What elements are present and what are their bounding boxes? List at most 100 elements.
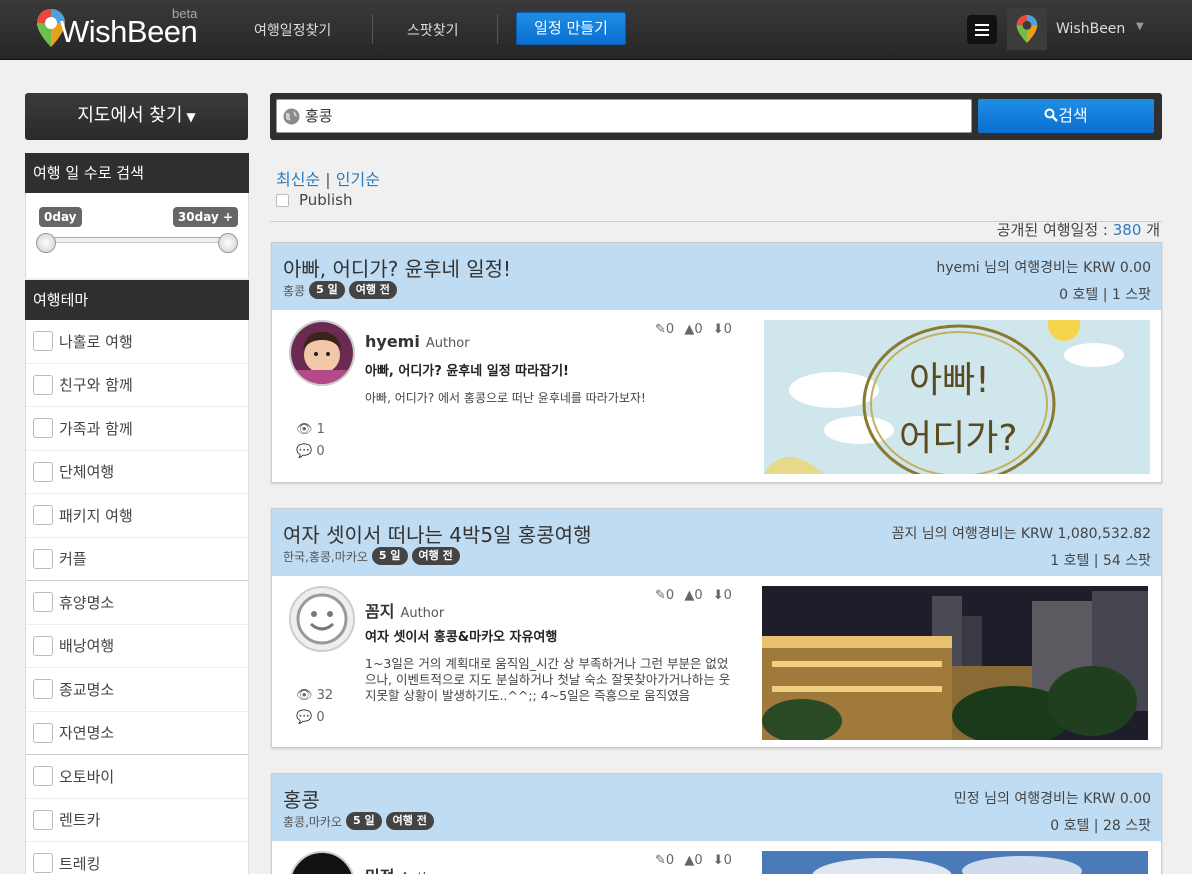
card-title[interactable]: 홍콩 <box>283 784 320 813</box>
download-count: 0 <box>723 853 732 868</box>
theme-item-motorcycle[interactable]: 오토바이 <box>26 755 248 799</box>
card-title[interactable]: 여자 셋이서 떠나는 4박5일 홍콩여행 <box>283 519 591 548</box>
top-header: WishBeen beta 여행일정찾기 스팟찾기 일정 만들기 WishBee… <box>0 0 1192 60</box>
days-slider-track[interactable] <box>46 237 231 243</box>
theme-filter-title: 여행테마 <box>25 280 249 320</box>
caret-down-icon: ▼ <box>186 110 196 124</box>
result-count: 공개된 여행일정 : 380 개 <box>997 219 1160 240</box>
days-slider-max-handle[interactable] <box>218 233 238 253</box>
card-subinfo: 홍콩 5 일 여행 전 <box>283 281 397 299</box>
theme-item-couple[interactable]: 커플 <box>26 538 248 581</box>
plan-title[interactable]: 아빠, 어디가? 윤후네 일정 따라잡기! <box>365 360 569 379</box>
theme-item-religious[interactable]: 종교명소 <box>26 668 248 712</box>
theme-checkbox[interactable] <box>33 853 53 874</box>
author-avatar[interactable] <box>289 851 355 874</box>
plan-title[interactable]: 여자 셋이서 홍콩&마카오 자유여행 <box>365 626 557 645</box>
find-on-map-button[interactable]: 지도에서 찾기 ▼ <box>25 93 248 140</box>
publish-checkbox[interactable] <box>276 193 289 207</box>
author-name-text: hyemi <box>365 332 420 351</box>
author-name[interactable]: 꼼지 Author <box>365 598 444 622</box>
theme-item-family[interactable]: 가족과 함께 <box>26 407 248 451</box>
download-count: 0 <box>723 588 732 603</box>
theme-item-trekking[interactable]: 트레킹 <box>26 842 248 874</box>
theme-checkbox[interactable] <box>33 679 53 700</box>
theme-label: 패키지 여행 <box>59 506 133 525</box>
author-name[interactable]: hyemi Author <box>365 332 470 351</box>
baby-photo-image <box>291 322 353 384</box>
hamburger-menu-icon[interactable] <box>967 15 997 44</box>
publish-label: Publish <box>299 191 353 209</box>
find-on-map-label: 지도에서 찾기 <box>77 105 183 126</box>
author-avatar[interactable] <box>289 586 355 652</box>
theme-checkbox[interactable] <box>33 461 53 482</box>
user-menu-caret-icon[interactable]: ▼ <box>1136 21 1144 32</box>
like-icon[interactable]: ▲ <box>684 322 694 337</box>
theme-checkbox[interactable] <box>33 374 53 395</box>
nav-divider <box>372 14 373 44</box>
card-title[interactable]: 아빠, 어디가? 윤후네 일정! <box>283 253 511 282</box>
result-count-value: 380 <box>1112 221 1142 239</box>
comment-count: 💬 0 <box>296 710 325 725</box>
theme-checkbox[interactable] <box>33 548 53 569</box>
itinerary-card[interactable]: 홍콩 홍콩,마카오 5 일 여행 전 민정 님의 여행경비는 KRW 0.00 … <box>271 773 1162 874</box>
card-thumbnail[interactable] <box>762 586 1148 740</box>
theme-label: 배낭여행 <box>59 637 115 656</box>
card-cost: 민정 님의 여행경비는 KRW 0.00 <box>953 791 1151 807</box>
like-icon[interactable]: ▲ <box>684 853 694 868</box>
sort-popular-link[interactable]: 인기순 <box>336 170 380 189</box>
author-name[interactable]: 민정Author <box>365 863 444 874</box>
theme-label: 오토바이 <box>59 767 115 786</box>
days-slider-panel: 0day 30day + <box>25 193 249 278</box>
download-icon[interactable]: ⬇ <box>713 853 724 868</box>
theme-item-nature[interactable]: 자연명소 <box>26 712 248 755</box>
card-thumbnail[interactable]: 아빠! 어디가? <box>764 320 1150 474</box>
theme-checkbox[interactable] <box>33 592 53 613</box>
theme-item-friends[interactable]: 친구와 함께 <box>26 364 248 407</box>
create-itinerary-button[interactable]: 일정 만들기 <box>516 12 626 45</box>
itinerary-card[interactable]: 여자 셋이서 떠나는 4박5일 홍콩여행 한국,홍콩,마카오 5 일 여행 전 … <box>271 508 1162 748</box>
author-avatar[interactable] <box>289 320 355 386</box>
card-body: hyemi Author ✎0 ▲0 ⬇0 아빠, 어디가? 윤후네 일정 따라잡… <box>272 310 1161 485</box>
view-count: 👁 32 <box>296 688 333 703</box>
download-icon[interactable]: ⬇ <box>713 588 724 603</box>
comment-count: 💬 0 <box>296 444 325 459</box>
nav-find-itinerary[interactable]: 여행일정찾기 <box>254 20 331 40</box>
author-name-text: 꼼지 <box>365 602 395 621</box>
user-name[interactable]: WishBeen <box>1056 21 1125 37</box>
clip-icon: ✎ <box>655 588 666 603</box>
nav-find-spot[interactable]: 스팟찾기 <box>407 20 459 40</box>
card-stats: ✎0 ▲0 ⬇0 <box>655 588 732 603</box>
theme-checkbox[interactable] <box>33 418 53 439</box>
card-subinfo: 한국,홍콩,마카오 5 일 여행 전 <box>283 547 460 565</box>
theme-item-backpacking[interactable]: 배낭여행 <box>26 625 248 668</box>
theme-item-package[interactable]: 패키지 여행 <box>26 494 248 538</box>
clip-icon: ✎ <box>655 853 666 868</box>
theme-item-resort[interactable]: 휴양명소 <box>26 581 248 625</box>
thumbnail-text-2: 어디가? <box>899 418 1017 459</box>
search-input-value: 홍콩 <box>305 107 333 125</box>
theme-item-rentcar[interactable]: 렌트카 <box>26 799 248 842</box>
card-body: 꼼지 Author ✎0 ▲0 ⬇0 여자 셋이서 홍콩&마카오 자유여행 1~3… <box>272 576 1161 751</box>
theme-checkbox[interactable] <box>33 505 53 526</box>
comment-icon: 💬 <box>296 444 313 459</box>
download-icon[interactable]: ⬇ <box>713 322 724 337</box>
search-button[interactable]: 검색 <box>978 99 1154 133</box>
search-input[interactable]: 홍콩 <box>276 99 972 133</box>
sky-photo <box>762 851 1148 874</box>
theme-checkbox[interactable] <box>33 331 53 352</box>
theme-checkbox[interactable] <box>33 766 53 787</box>
publish-filter[interactable]: Publish <box>276 191 352 209</box>
like-icon[interactable]: ▲ <box>684 588 694 603</box>
theme-checkbox[interactable] <box>33 809 53 830</box>
theme-checkbox[interactable] <box>33 635 53 656</box>
days-slider-min-handle[interactable] <box>36 233 56 253</box>
user-avatar[interactable] <box>1007 8 1047 50</box>
card-thumbnail[interactable] <box>762 851 1148 874</box>
wishbeen-logo[interactable]: WishBeen beta <box>36 6 206 50</box>
theme-item-group[interactable]: 단체여행 <box>26 451 248 494</box>
itinerary-card[interactable]: 아빠, 어디가? 윤후네 일정! 홍콩 5 일 여행 전 hyemi 님의 여행… <box>271 242 1162 483</box>
sort-latest-link[interactable]: 최신순 <box>276 170 320 189</box>
theme-item-solo[interactable]: 나홀로 여행 <box>26 320 248 364</box>
download-count: 0 <box>723 322 732 337</box>
theme-checkbox[interactable] <box>33 722 53 743</box>
